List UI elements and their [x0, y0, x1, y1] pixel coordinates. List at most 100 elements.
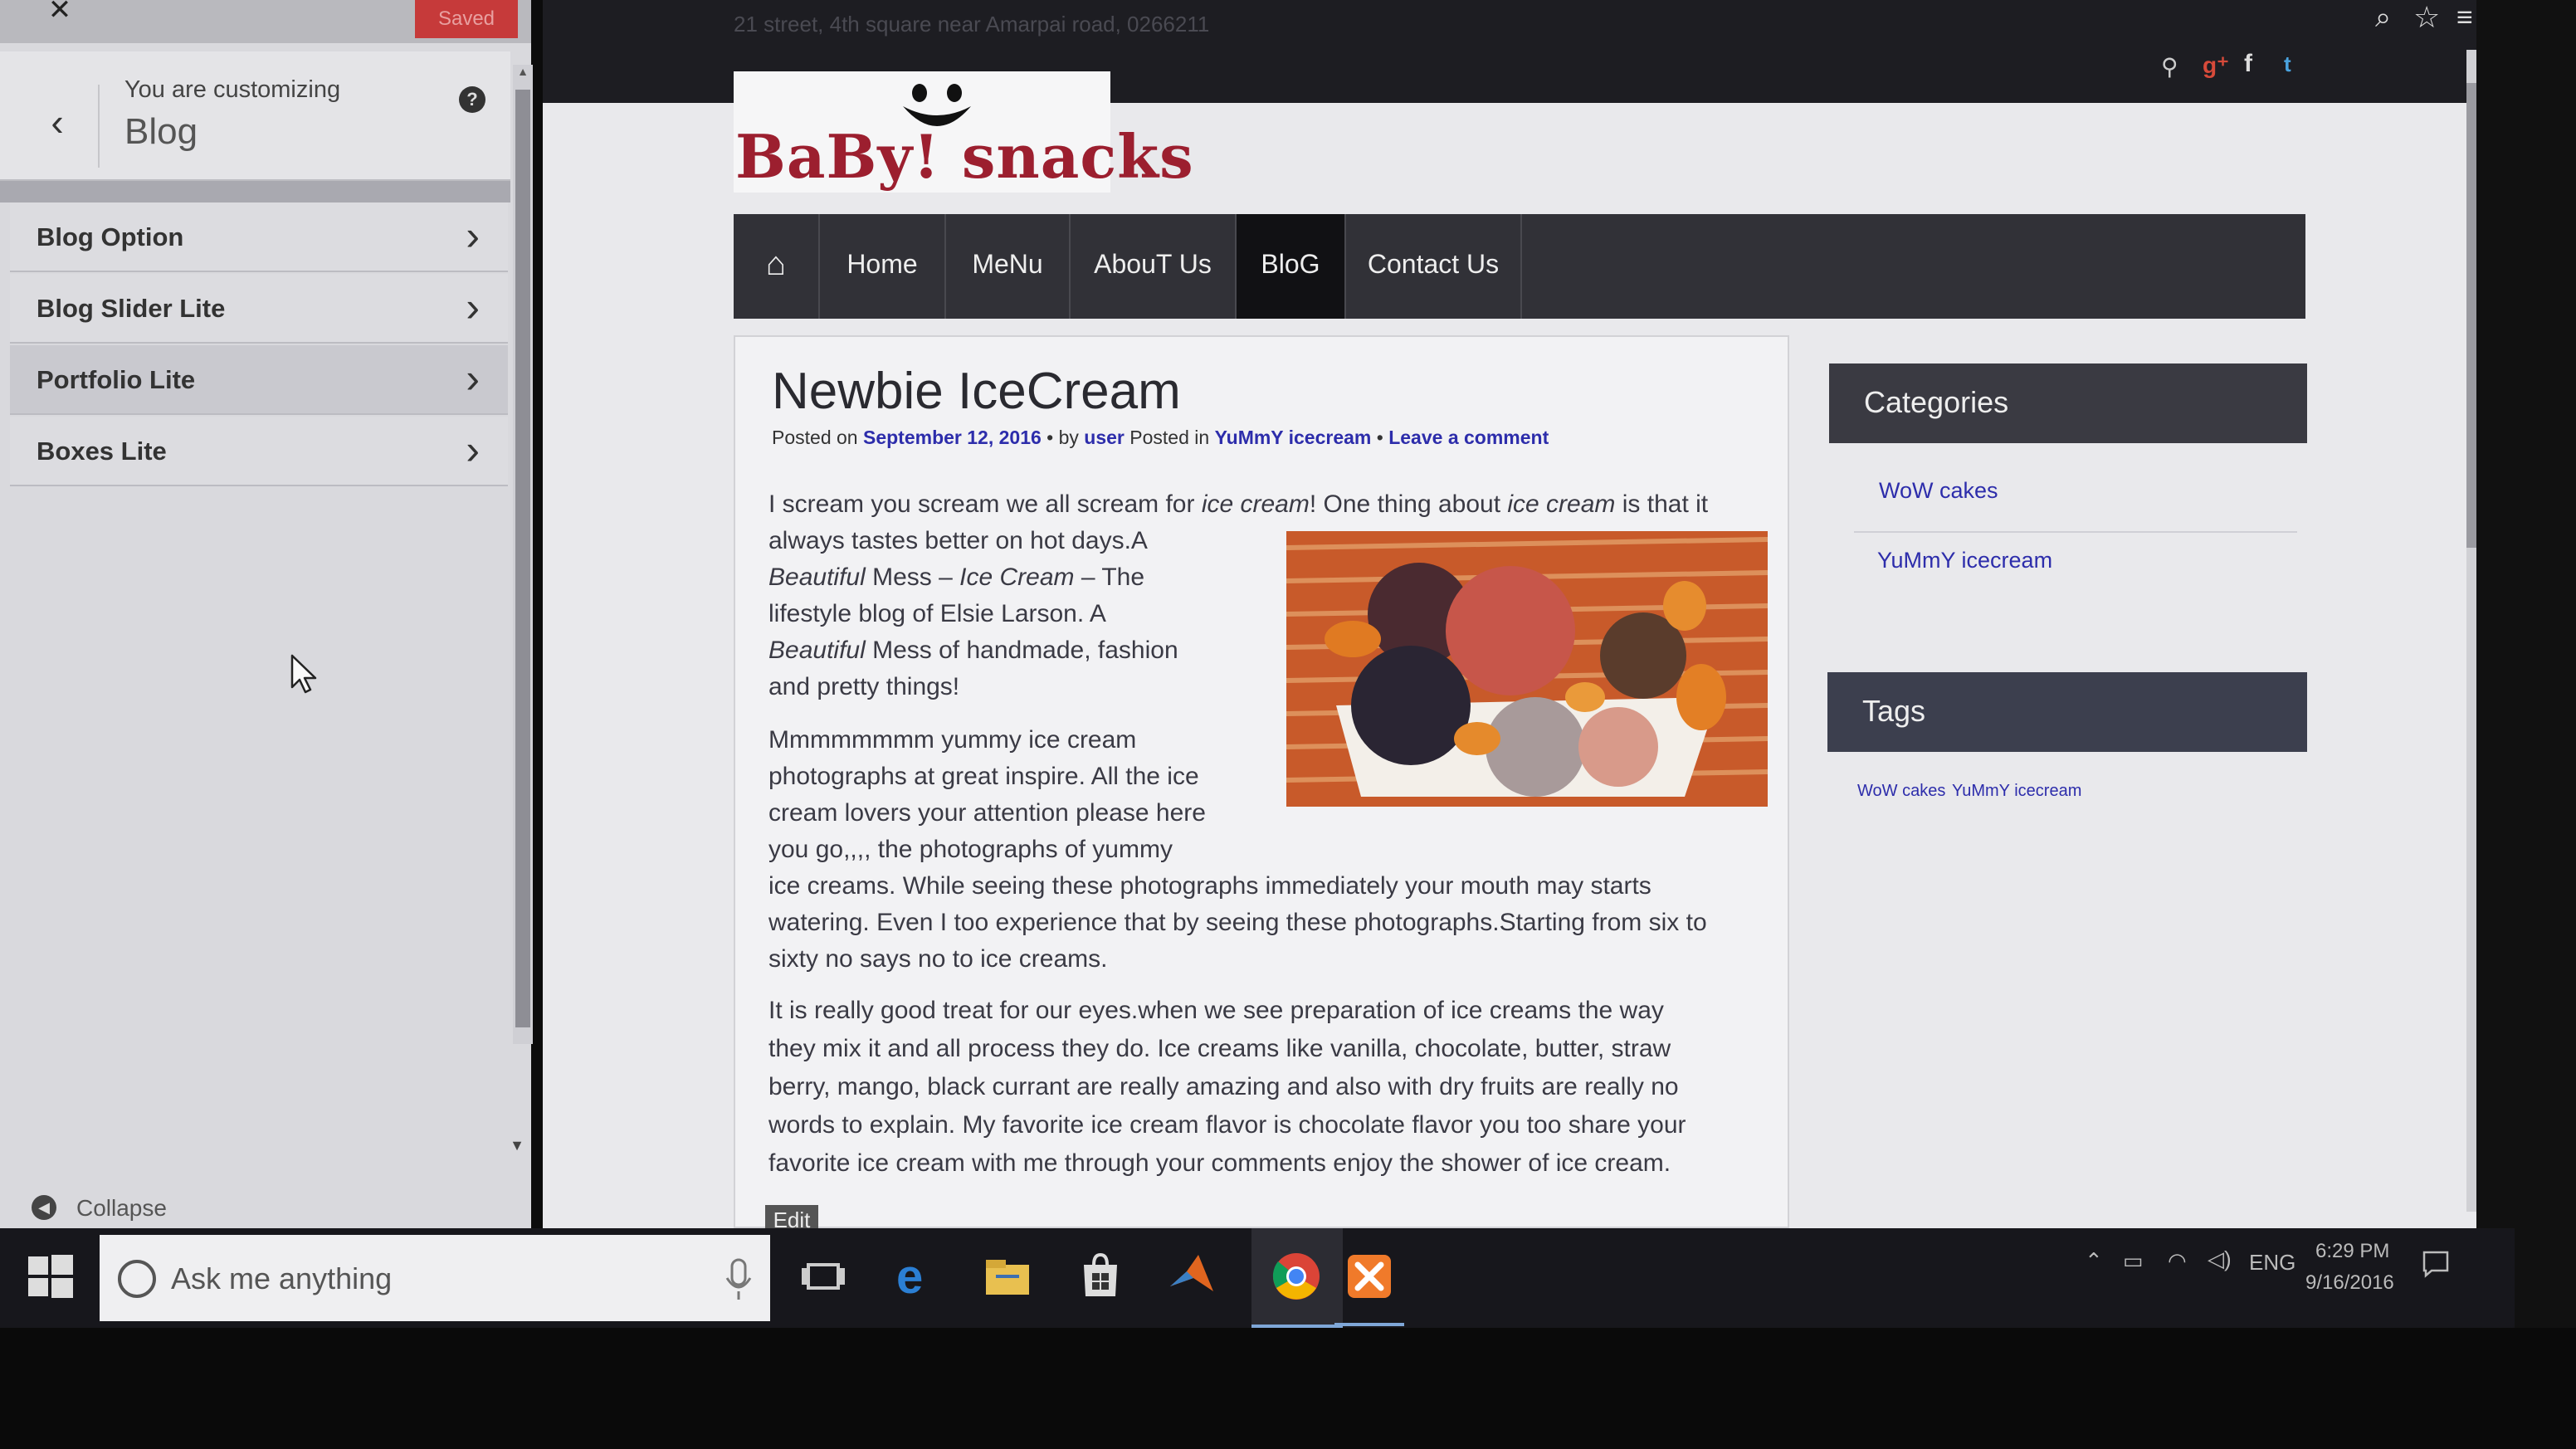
chrome-icon[interactable] [1270, 1250, 1323, 1303]
collapse-icon: ◀ [32, 1195, 56, 1220]
search-icon[interactable]: ⌕ [2375, 2, 2391, 34]
search-placeholder: Ask me anything [171, 1261, 393, 1295]
close-icon[interactable]: ✕ [41, 0, 78, 25]
edge-browser-icon[interactable]: e [890, 1250, 943, 1303]
logo-text: BaBy! snacks [735, 121, 1194, 192]
section-blog-slider-lite[interactable]: Blog Slider Lite › [10, 274, 508, 344]
category-link[interactable]: YuMmY icecream [1877, 548, 2052, 573]
post-text-line: always tastes better on hot days.A [768, 527, 1148, 554]
main-navigation: ⌂ Home MeNu AbouT Us BloG Contact Us [734, 214, 2305, 319]
volume-icon[interactable]: ◁) [2208, 1247, 2232, 1272]
tags-widget-header: Tags [1827, 672, 2307, 752]
windows-start-icon[interactable] [25, 1251, 75, 1301]
customizer-info: ‹ You are customizing Blog ? [0, 51, 510, 181]
store-icon[interactable] [1074, 1250, 1127, 1303]
post-text-line: Beautiful Mess of handmade, fashion [768, 637, 1178, 664]
section-divider [0, 181, 510, 202]
meta-date-link[interactable]: September 12, 2016 [863, 427, 1042, 448]
chevron-right-icon: › [466, 427, 480, 473]
post-text-line: sixty no says no to ice creams. [768, 945, 1108, 973]
xampp-active-indicator [1334, 1323, 1404, 1326]
tag-link[interactable]: YuMmY icecream [1952, 782, 2081, 801]
ice-cream-image[interactable] [1286, 531, 1768, 807]
chevron-right-icon: › [466, 212, 480, 259]
categories-widget-header: Categories [1829, 363, 2307, 443]
cortana-search-box[interactable]: Ask me anything [100, 1235, 770, 1321]
post-text-line: and pretty things! [768, 673, 960, 700]
site-address: 21 street, 4th square near Amarpai road,… [734, 12, 1210, 37]
twitter-icon[interactable]: t [2284, 51, 2291, 77]
cortana-icon [118, 1260, 156, 1298]
home-icon[interactable]: ⌂ [734, 214, 820, 319]
post-text-line: favorite ice cream with me through your … [768, 1149, 1671, 1177]
post-text-line: you go,,,, the photographs of yummy [768, 836, 1173, 863]
scroll-down-arrow-icon[interactable]: ▼ [506, 1137, 528, 1159]
nav-contact[interactable]: Contact Us [1346, 214, 1522, 319]
clock-time[interactable]: 6:29 PM [2315, 1240, 2389, 1263]
section-boxes-lite[interactable]: Boxes Lite › [10, 417, 508, 486]
tag-link[interactable]: WoW cakes [1857, 782, 1945, 801]
customizer-topbar: ✕ Saved [0, 0, 531, 43]
nav-blog[interactable]: BloG [1237, 214, 1346, 319]
scroll-up-arrow-icon[interactable]: ▲ [515, 65, 531, 81]
help-icon[interactable]: ? [459, 86, 485, 113]
customizing-label: You are customizing [124, 76, 341, 103]
post-text-line: lifestyle blog of Elsie Larson. A [768, 600, 1106, 627]
scrollbar-thumb[interactable] [2466, 83, 2476, 548]
post-text-line: watering. Even I too experience that by … [768, 909, 1707, 936]
menu-icon[interactable]: ≡ [2456, 2, 2473, 34]
meta-by: • by [1046, 427, 1079, 448]
save-button[interactable]: Saved [415, 0, 518, 38]
meta-posted-on: Posted on [772, 427, 858, 448]
facebook-icon[interactable]: f [2244, 50, 2252, 78]
mouse-cursor-icon [290, 654, 317, 694]
screen-bezel [2476, 0, 2576, 1328]
post-text-line: I scream you scream we all scream for ic… [768, 490, 1709, 518]
scrollbar-thumb[interactable] [515, 90, 530, 1027]
clock-date[interactable]: 9/16/2016 [2305, 1271, 2394, 1295]
chevron-right-icon: › [466, 284, 480, 330]
categories-title: Categories [1864, 385, 2009, 419]
post-text-line: photographs at great inspire. All the ic… [768, 763, 1199, 790]
language-indicator[interactable]: ENG [2249, 1250, 2295, 1276]
wifi-icon[interactable]: ◠ [2168, 1248, 2187, 1274]
google-plus-icon[interactable]: g⁺ [2203, 51, 2229, 79]
meta-separator: • [1376, 427, 1383, 448]
customizer-scrollbar[interactable] [513, 65, 533, 1044]
action-center-icon[interactable] [2422, 1250, 2450, 1278]
monitor-bezel [0, 1328, 2576, 1449]
chevron-up-icon[interactable]: ⌃ [2085, 1248, 2103, 1274]
map-marker-icon[interactable]: ⚲ [2161, 53, 2178, 80]
category-divider [1854, 531, 2297, 533]
star-icon[interactable]: ☆ [2413, 0, 2440, 35]
post-text-line: ice creams. While seeing these photograp… [768, 872, 1651, 900]
category-link[interactable]: WoW cakes [1879, 478, 1998, 504]
chevron-right-icon: › [466, 355, 480, 402]
meta-posted-in: Posted in [1129, 427, 1210, 448]
meta-author-link[interactable]: user [1084, 427, 1125, 448]
post-text-line: words to explain. My favorite ice cream … [768, 1111, 1686, 1139]
xampp-icon[interactable] [1343, 1250, 1396, 1303]
meta-comment-link[interactable]: Leave a comment [1388, 427, 1549, 448]
section-label: Blog Option [37, 222, 184, 251]
matlab-icon[interactable] [1165, 1250, 1218, 1303]
meta-category-link[interactable]: YuMmY icecream [1215, 427, 1372, 448]
file-explorer-icon[interactable] [981, 1250, 1034, 1303]
post-text-line: cream lovers your attention please here [768, 799, 1206, 827]
section-label: Boxes Lite [37, 437, 167, 466]
battery-icon[interactable]: ▭ [2123, 1248, 2144, 1274]
site-logo[interactable]: BaBy! snacks [734, 71, 1193, 193]
section-portfolio-lite[interactable]: Portfolio Lite › [10, 345, 508, 415]
nav-about[interactable]: AbouT Us [1071, 214, 1237, 319]
task-view-icon[interactable] [797, 1250, 850, 1303]
blog-post: Newbie IceCream Posted on September 12, … [734, 335, 1789, 1235]
back-chevron-icon[interactable]: ‹ [17, 85, 100, 168]
section-blog-option[interactable]: Blog Option › [10, 202, 508, 272]
post-title[interactable]: Newbie IceCream [772, 362, 1181, 421]
customizer-panel: ✕ Saved ‹ You are customizing Blog ? Blo… [0, 0, 533, 1245]
customizing-title: Blog [124, 111, 198, 152]
nav-home[interactable]: Home [820, 214, 946, 319]
post-text-line: they mix it and all process they do. Ice… [768, 1035, 1671, 1062]
nav-menu[interactable]: MeNu [946, 214, 1071, 319]
microphone-icon[interactable] [722, 1255, 755, 1305]
